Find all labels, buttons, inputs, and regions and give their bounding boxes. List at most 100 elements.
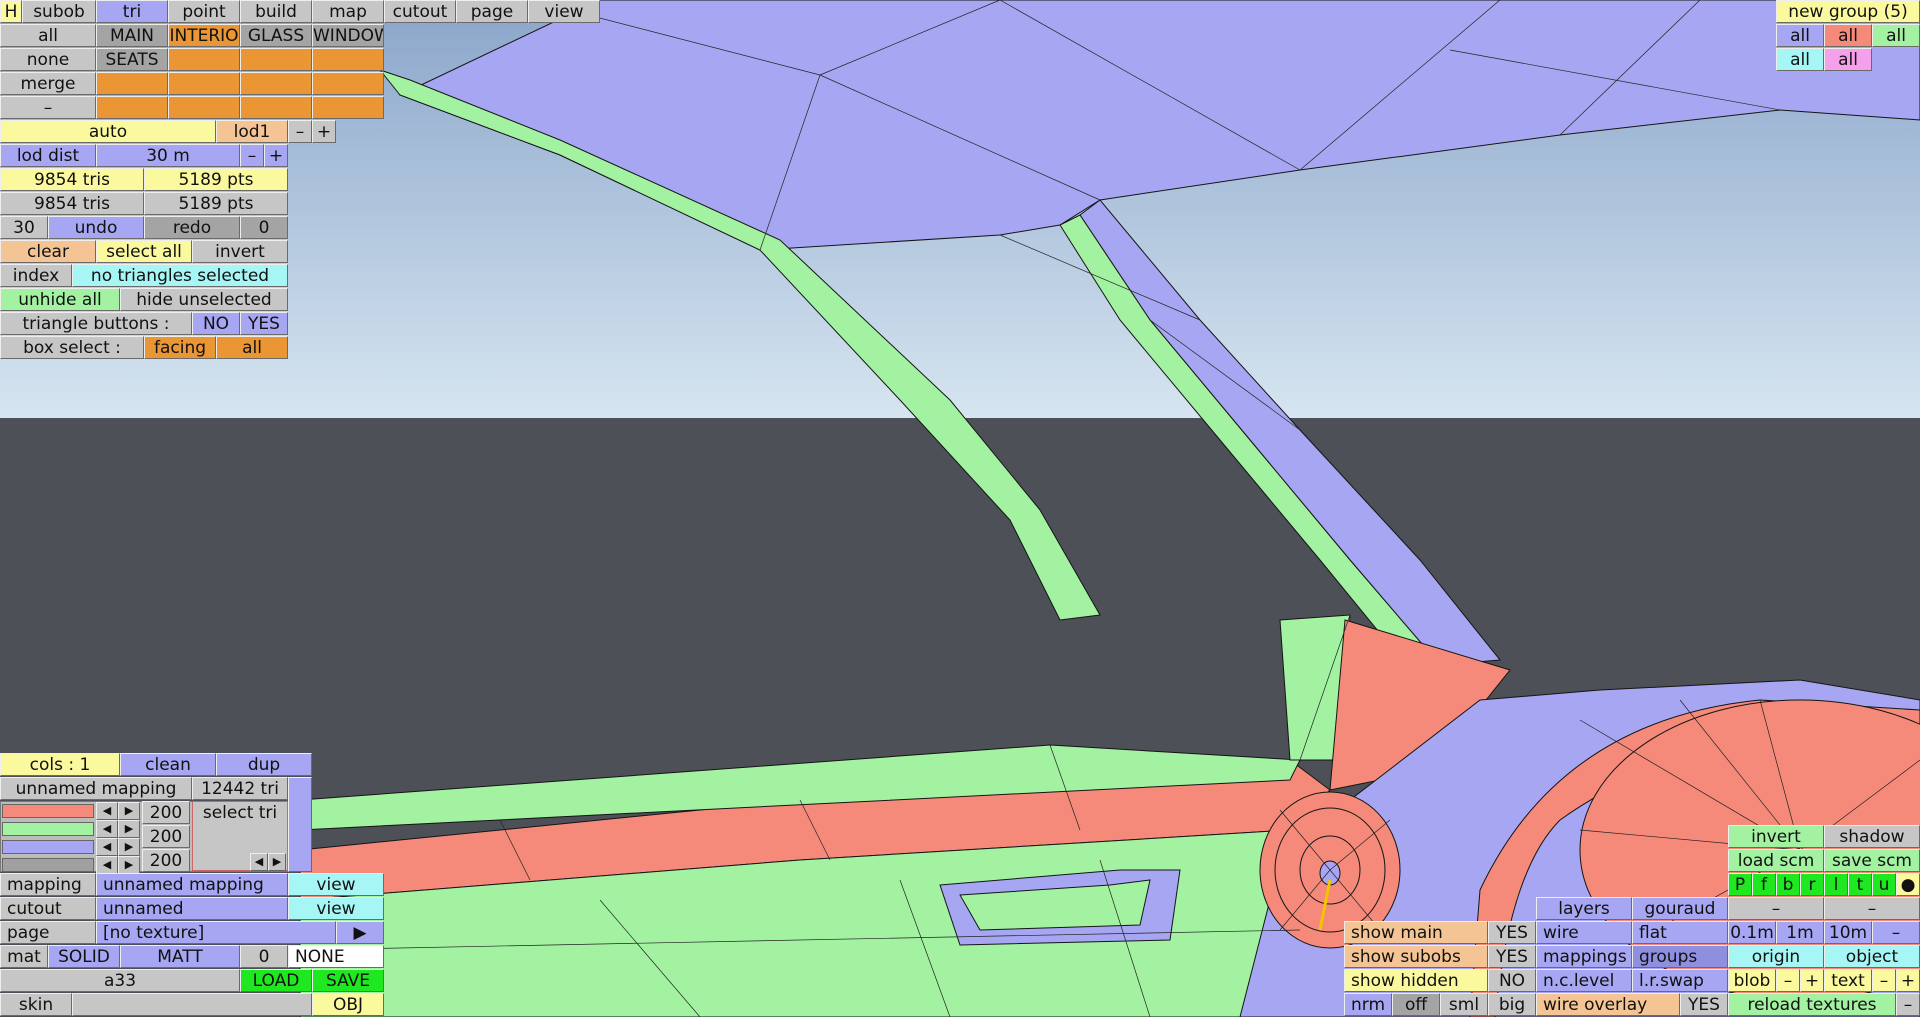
load-button[interactable]: LOAD [240,969,312,992]
layers-button[interactable]: layers [1536,897,1632,920]
tab-view[interactable]: view [528,0,600,23]
view-perspective-button[interactable]: P [1728,873,1752,896]
triangle-buttons-no[interactable]: NO [192,312,240,335]
group-pink-all[interactable]: all [1824,48,1872,71]
box-select-facing-button[interactable]: facing [144,336,216,359]
blob-minus-button[interactable]: – [1776,969,1800,992]
groups-button[interactable]: groups [1632,945,1728,968]
tab-build[interactable]: build [240,0,312,23]
blob-plus-button[interactable]: + [1800,969,1824,992]
gray-increase-arrow[interactable]: ▶ [118,856,140,874]
wire-overlay-toggle[interactable]: YES [1680,993,1728,1016]
flat-button[interactable]: flat [1632,921,1728,944]
mapping-view-button[interactable]: view [288,873,384,896]
lod-dist-increase-button[interactable]: + [264,144,288,167]
blue-increase-arrow[interactable]: ▶ [118,838,140,856]
view-right-button[interactable]: r [1800,873,1824,896]
skin-button[interactable]: skin [0,993,72,1016]
blue-value[interactable]: 200 [142,849,190,872]
subob-slot[interactable] [96,96,168,119]
normals-big-button[interactable]: big [1488,993,1536,1016]
unhide-all-button[interactable]: unhide all [0,288,120,311]
subob-interio-button[interactable]: INTERIO [168,24,240,47]
clean-button[interactable]: clean [120,753,216,776]
save-button[interactable]: SAVE [312,969,384,992]
gouraud-button[interactable]: gouraud [1632,897,1728,920]
view-back-button[interactable]: b [1776,873,1800,896]
gray-decrease-arrow[interactable]: ◀ [96,856,118,874]
subob-slot[interactable] [240,96,312,119]
subob-slot[interactable] [240,72,312,95]
show-subobs-toggle[interactable]: YES [1488,945,1536,968]
hide-unselected-button[interactable]: hide unselected [120,288,288,311]
subob-slot[interactable] [96,72,168,95]
subob-seats-button[interactable]: SEATS [96,48,168,71]
lr-swap-button[interactable]: l.r.swap [1632,969,1728,992]
mat-solid-button[interactable]: SOLID [48,945,120,968]
select-all-subobs-button[interactable]: all [0,24,96,47]
page-value[interactable]: [no texture] [96,921,336,944]
green-value[interactable]: 200 [142,825,190,848]
subob-slot[interactable] [312,96,384,119]
subob-windows-button[interactable]: WINDOWS [312,24,384,47]
tab-page[interactable]: page [456,0,528,23]
reload-textures-button[interactable]: reload textures [1728,993,1896,1016]
subob-glass-button[interactable]: GLASS [240,24,312,47]
shadow-button[interactable]: shadow [1824,825,1920,848]
wire-button[interactable]: wire [1536,921,1632,944]
h-button[interactable]: H [0,0,22,23]
normals-off-button[interactable]: off [1392,993,1440,1016]
clear-selection-button[interactable]: clear [0,240,96,263]
tab-tri[interactable]: tri [96,0,168,23]
object-button[interactable]: object [1824,945,1920,968]
view-left-button[interactable]: l [1824,873,1848,896]
normals-sml-button[interactable]: sml [1440,993,1488,1016]
redo-button[interactable]: redo [144,216,240,239]
save-scm-button[interactable]: save scm [1824,849,1920,872]
new-group-button[interactable]: new group (5) [1776,0,1920,23]
text-minus-button[interactable]: – [1872,969,1896,992]
view-top-button[interactable]: t [1848,873,1872,896]
subob-slot[interactable] [312,48,384,71]
tab-cutout[interactable]: cutout [384,0,456,23]
tab-subob[interactable]: subob [22,0,96,23]
reload-minus-button[interactable]: – [1896,993,1920,1016]
obj-button[interactable]: OBJ [312,993,384,1016]
text-plus-button[interactable]: + [1896,969,1920,992]
select-tri-next-arrow[interactable]: ▶ [268,853,286,871]
subob-slot[interactable] [168,72,240,95]
mat-matt-button[interactable]: MATT [120,945,240,968]
show-hidden-toggle[interactable]: NO [1488,969,1536,992]
subob-slot[interactable] [312,72,384,95]
group-cyan-all[interactable]: all [1776,48,1824,71]
lod-increase-button[interactable]: + [312,120,336,143]
green-increase-arrow[interactable]: ▶ [118,820,140,838]
cutout-view-button[interactable]: view [288,897,384,920]
subob-slot[interactable] [240,48,312,71]
index-button[interactable]: index [0,264,72,287]
select-tri-prev-arrow[interactable]: ◀ [250,853,268,871]
nc-level-button[interactable]: n.c.level [1536,969,1632,992]
tab-point[interactable]: point [168,0,240,23]
view-dot-button[interactable]: ● [1896,873,1920,896]
cols-button[interactable]: cols : 1 [0,753,120,776]
cutout-value[interactable]: unnamed [96,897,288,920]
mappings-button[interactable]: mappings [1536,945,1632,968]
origin-button[interactable]: origin [1728,945,1824,968]
load-scm-button[interactable]: load scm [1728,849,1824,872]
select-all-button[interactable]: select all [96,240,192,263]
red-increase-arrow[interactable]: ▶ [118,802,140,820]
file-name[interactable]: a33 [0,969,240,992]
merge-button[interactable]: merge [0,72,96,95]
mapping-scrollbar[interactable] [288,777,312,872]
remove-subob-button[interactable]: – [0,96,96,119]
box-select-all-button[interactable]: all [216,336,288,359]
invert-selection-button[interactable]: invert [192,240,288,263]
page-next-arrow[interactable]: ▶ [336,921,384,944]
subob-slot[interactable] [168,48,240,71]
dash-button-right[interactable]: – [1824,897,1920,920]
red-value[interactable]: 200 [142,801,190,824]
green-decrease-arrow[interactable]: ◀ [96,820,118,838]
scale-minus-button[interactable]: – [1872,921,1920,944]
lod-auto-button[interactable]: auto [0,120,216,143]
